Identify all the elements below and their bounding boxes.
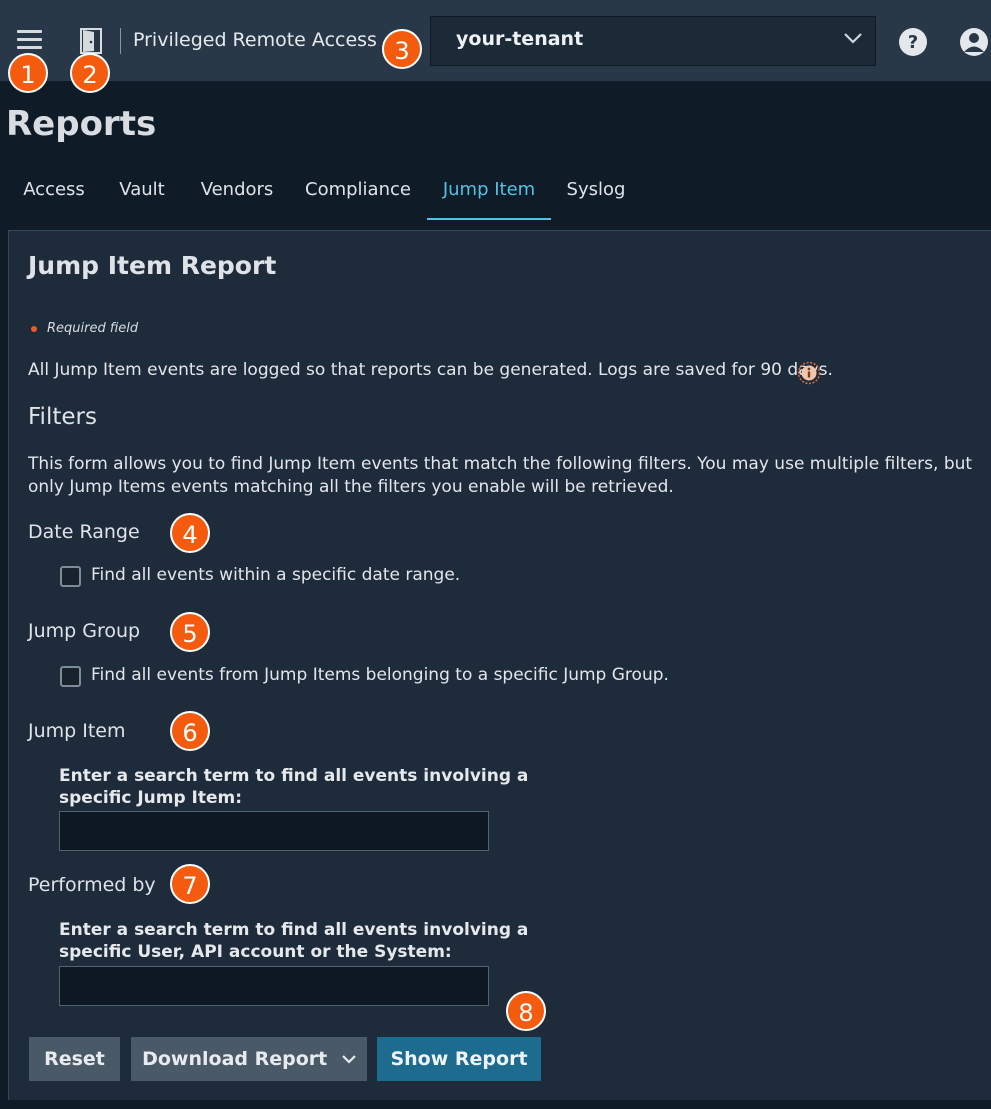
- tab-vault-label: Vault: [119, 179, 165, 200]
- tab-access[interactable]: Access: [16, 168, 92, 220]
- show-report-button[interactable]: Show Report: [377, 1037, 541, 1081]
- door-icon[interactable]: [79, 28, 103, 54]
- tab-vault[interactable]: Vault: [112, 168, 172, 220]
- tab-jump-item[interactable]: Jump Item: [427, 168, 551, 220]
- reset-button-label: Reset: [44, 1048, 105, 1070]
- jump-item-search-input[interactable]: [59, 811, 489, 851]
- hamburger-menu-icon[interactable]: [17, 30, 42, 50]
- page-title: Reports: [6, 104, 157, 144]
- filters-description: This form allows you to find Jump Item e…: [28, 454, 973, 497]
- help-icon[interactable]: ?: [898, 27, 928, 57]
- callout-badge-2: 2: [70, 53, 110, 93]
- download-report-button[interactable]: Download Report: [131, 1037, 367, 1081]
- jump-group-label: Jump Group: [28, 620, 141, 642]
- tab-vendors[interactable]: Vendors: [192, 168, 282, 220]
- chevron-down-icon: [844, 33, 862, 44]
- svg-text:?: ?: [908, 32, 918, 53]
- report-title: Jump Item Report: [28, 251, 277, 280]
- reset-button[interactable]: Reset: [29, 1037, 120, 1081]
- date-range-checkbox[interactable]: [60, 566, 81, 587]
- log-retention-info: All Jump Item events are logged so that …: [28, 360, 833, 380]
- filters-heading: Filters: [28, 404, 97, 430]
- callout-badge-6: 6: [170, 711, 210, 751]
- report-panel: Jump Item Report Required field All Jump…: [8, 230, 991, 1100]
- tab-syslog[interactable]: Syslog: [564, 168, 628, 220]
- tab-jump-item-label: Jump Item: [442, 179, 536, 200]
- jump-item-field-label: Enter a search term to find all events i…: [59, 766, 529, 808]
- tab-access-label: Access: [23, 179, 85, 200]
- performed-by-search-input[interactable]: [59, 966, 489, 1006]
- callout-badge-5: 5: [170, 612, 210, 652]
- performed-by-field-label: Enter a search term to find all events i…: [59, 920, 529, 962]
- callout-badge-8: 8: [506, 991, 546, 1031]
- required-indicator-icon: [31, 326, 37, 332]
- date-range-checkbox-label: Find all events within a specific date r…: [91, 565, 461, 585]
- show-report-button-label: Show Report: [390, 1048, 528, 1070]
- user-account-icon[interactable]: [957, 27, 991, 57]
- required-field-note: Required field: [47, 321, 139, 336]
- app-title: Privileged Remote Access: [133, 29, 377, 51]
- date-range-label: Date Range: [28, 521, 140, 543]
- callout-badge-1: 1: [8, 53, 48, 93]
- callout-badge-4: 4: [170, 513, 210, 553]
- tab-syslog-label: Syslog: [566, 179, 626, 200]
- tab-vendors-label: Vendors: [200, 179, 274, 200]
- jump-group-checkbox-label: Find all events from Jump Items belongin…: [91, 665, 669, 685]
- header-divider: [120, 28, 121, 54]
- jump-group-checkbox[interactable]: [60, 666, 81, 687]
- tab-compliance-label: Compliance: [305, 179, 411, 200]
- callout-badge-7: 7: [170, 864, 210, 904]
- tenant-select-value: your-tenant: [456, 28, 584, 50]
- info-icon[interactable]: [797, 361, 821, 385]
- chevron-down-icon: [342, 1055, 356, 1064]
- download-report-button-label: Download Report: [142, 1048, 328, 1070]
- callout-badge-3: 3: [382, 29, 422, 69]
- jump-item-label: Jump Item: [28, 720, 126, 742]
- top-bar: Privileged Remote Access your-tenant ?: [0, 0, 991, 81]
- tenant-select[interactable]: your-tenant: [430, 16, 876, 66]
- performed-by-label: Performed by: [28, 874, 156, 896]
- tab-compliance[interactable]: Compliance: [302, 168, 414, 220]
